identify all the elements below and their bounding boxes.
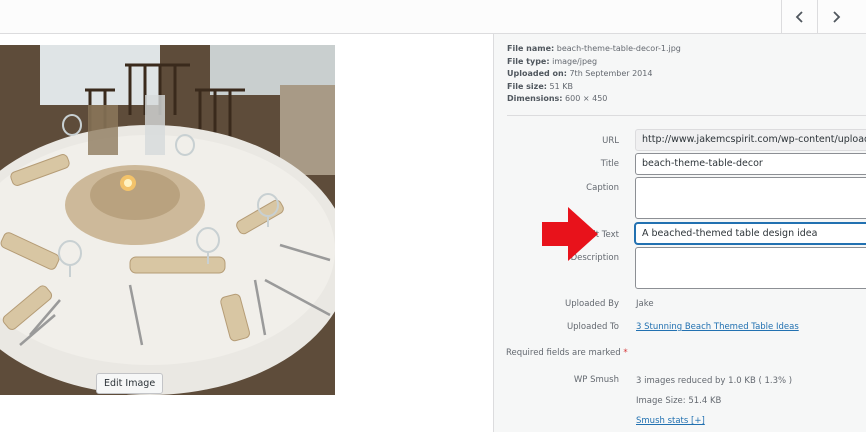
- edit-image-button[interactable]: Edit Image: [96, 373, 164, 394]
- smush-stats-link[interactable]: Smush stats [+]: [636, 416, 705, 426]
- smush-summary: 3 images reduced by 1.0 KB ( 1.3% ): [636, 376, 793, 386]
- required-fields-text: Required fields are marked: [506, 348, 621, 358]
- wp-smush-label: WP Smush: [573, 375, 619, 385]
- file-type-label: File type:: [507, 56, 550, 66]
- file-name-value: beach-theme-table-decor-1.jpg: [556, 44, 681, 53]
- title-field[interactable]: beach-theme-table-decor: [635, 153, 866, 175]
- uploaded-to-label: Uploaded To: [566, 322, 619, 332]
- next-attachment-button[interactable]: [817, 0, 854, 33]
- previous-attachment-button[interactable]: [781, 0, 818, 33]
- dimensions-value: 600 × 450: [565, 94, 608, 103]
- uploaded-on-value: 7th September 2014: [569, 69, 653, 78]
- file-type-row: File type: image/jpeg: [507, 56, 681, 69]
- divider: [507, 115, 866, 116]
- file-name-row: File name: beach-theme-table-decor-1.jpg: [507, 43, 681, 56]
- red-arrow-icon: [542, 207, 598, 261]
- chevron-left-icon: [795, 10, 803, 23]
- url-label: URL: [602, 136, 619, 146]
- uploaded-on-label: Uploaded on:: [507, 69, 567, 78]
- dimensions-label: Dimensions:: [507, 94, 563, 103]
- file-type-value: image/jpeg: [552, 56, 598, 66]
- chevron-right-icon: [833, 10, 841, 23]
- uploaded-to-link[interactable]: 3 Stunning Beach Themed Table Ideas: [636, 322, 799, 332]
- image-preview-pane: Edit Image: [0, 34, 493, 432]
- file-size-row: File size: 51 KB: [507, 81, 681, 94]
- file-name-label: File name:: [507, 44, 555, 53]
- attachment-image: [0, 45, 335, 395]
- smush-image-size: Image Size: 51.4 KB: [636, 396, 722, 406]
- description-field[interactable]: [635, 247, 866, 289]
- uploaded-by-value: Jake: [636, 299, 654, 309]
- modal-header: [0, 0, 866, 34]
- required-star: *: [623, 348, 628, 358]
- caption-label: Caption: [586, 183, 619, 193]
- file-details: File name: beach-theme-table-decor-1.jpg…: [507, 43, 681, 106]
- caption-field[interactable]: [635, 177, 866, 219]
- required-fields-note: Required fields are marked *: [506, 348, 628, 358]
- title-label: Title: [600, 159, 619, 169]
- uploaded-on-row: Uploaded on: 7th September 2014: [507, 68, 681, 81]
- file-size-value: 51 KB: [549, 81, 573, 91]
- url-field[interactable]: http://www.jakemcspirit.com/wp-content/u…: [635, 129, 866, 151]
- file-size-label: File size:: [507, 81, 547, 91]
- alt-text-field[interactable]: A beached-themed table design idea: [635, 223, 866, 244]
- dimensions-row: Dimensions: 600 × 450: [507, 93, 681, 106]
- uploaded-by-label: Uploaded By: [565, 299, 619, 309]
